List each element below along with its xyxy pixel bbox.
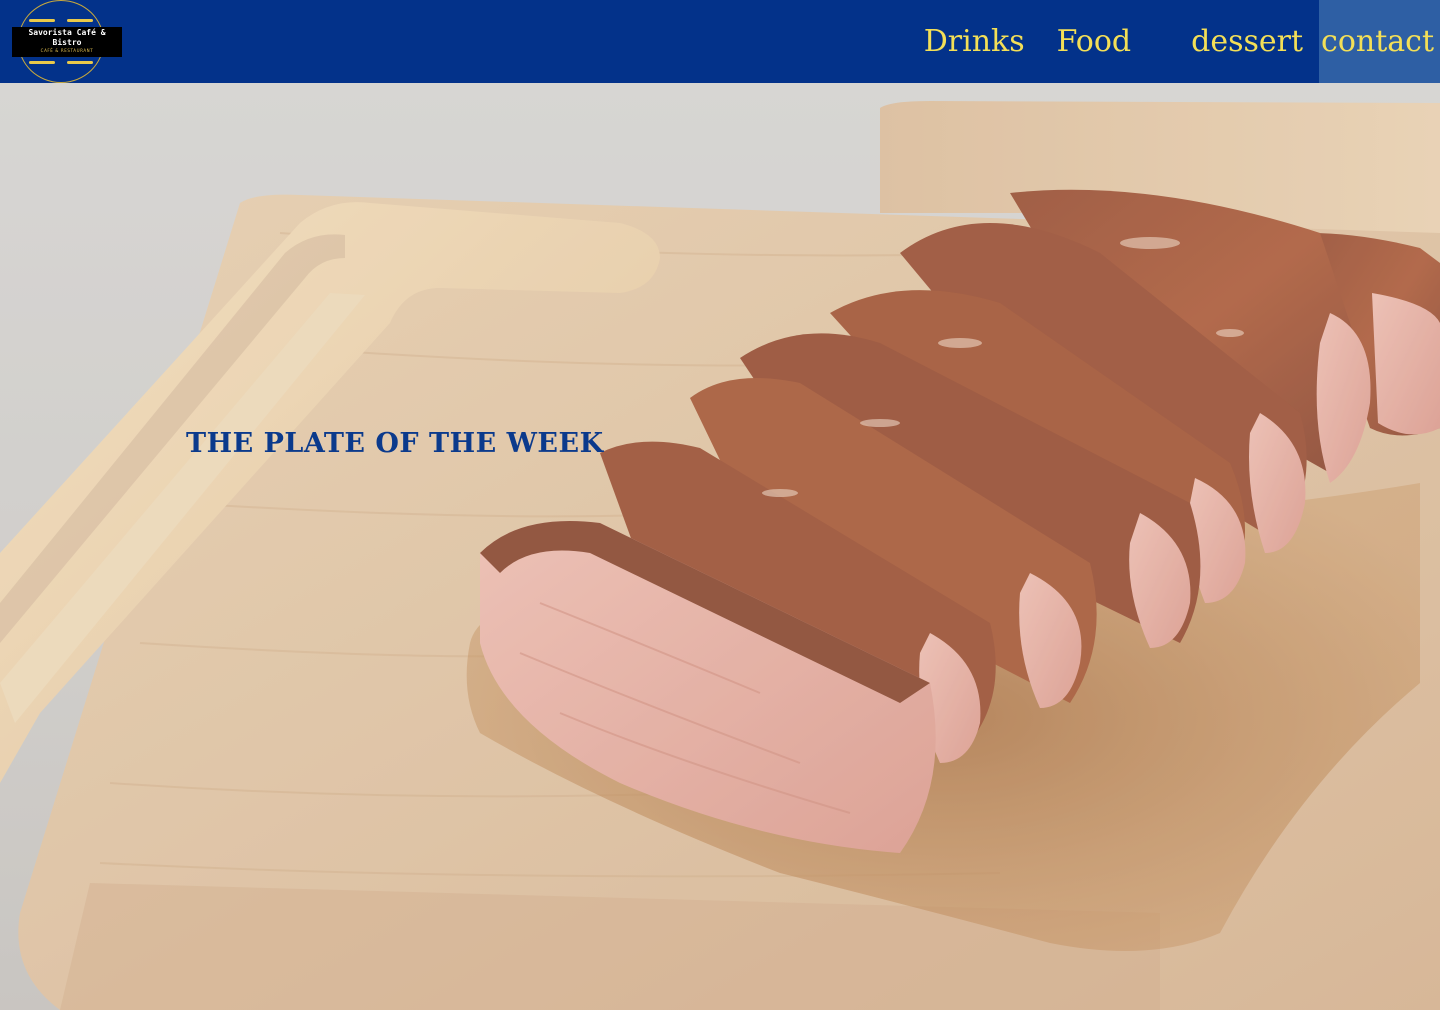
hero-title: The plate of the week [186, 428, 604, 459]
spoon-icon [67, 61, 93, 64]
logo-wordmark[interactable]: Savorista Café & Bistro CAFÉ & RESTAURAN… [12, 27, 122, 57]
logo-tagline: CAFÉ & RESTAURANT [40, 48, 94, 53]
main-nav: Drinks Food dessert contact [908, 0, 1440, 83]
hero-image [0, 83, 1440, 1010]
fork-icon [29, 61, 55, 64]
nav-contact[interactable]: contact [1319, 0, 1440, 83]
nav-drinks[interactable]: Drinks [908, 0, 1041, 83]
nav-food[interactable]: Food [1041, 0, 1148, 83]
nav-dessert[interactable]: dessert [1175, 0, 1319, 83]
knife-icon [67, 19, 93, 22]
logo-name: Savorista Café & Bistro [28, 28, 106, 47]
fork-icon [29, 19, 55, 22]
site-header: Savorista Café & Bistro CAFÉ & RESTAURAN… [0, 0, 1440, 83]
hero-section: The plate of the week [0, 83, 1440, 1010]
